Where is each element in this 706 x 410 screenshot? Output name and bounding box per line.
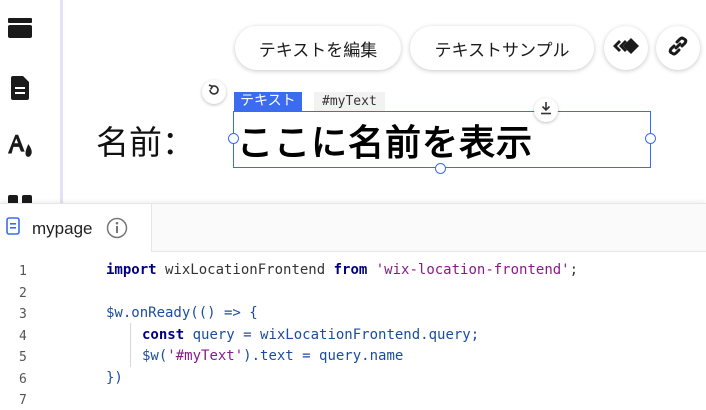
code-token: query = wixLocationFrontend.query; (184, 327, 480, 343)
code-token: import (106, 262, 157, 278)
element-id-tag[interactable]: #myText (314, 92, 385, 111)
info-icon[interactable] (106, 217, 128, 244)
code-line-5[interactable]: $w('#myText').text = query.name (142, 348, 403, 364)
line-number: 2 (19, 286, 27, 301)
name-label: 名前： (96, 123, 195, 162)
tab-label: mypage (32, 219, 93, 238)
animation-icon (611, 36, 641, 61)
code-token: '#myText' (167, 348, 244, 364)
code-line-3[interactable]: $w.onReady(() => { (106, 305, 258, 321)
line-number: 3 (19, 307, 27, 322)
element-type-tag: テキスト (234, 92, 302, 111)
download-icon (539, 101, 553, 120)
code-line-4[interactable]: const query = wixLocationFrontend.query; (142, 327, 479, 343)
resize-handle-left[interactable] (228, 133, 239, 144)
code-token: ).text = query.name (243, 348, 404, 364)
line-number: 4 (19, 329, 27, 344)
code-token: .onReady(() => { (122, 305, 258, 321)
rotate-icon (207, 83, 221, 102)
tab-mypage[interactable]: mypage (0, 204, 152, 252)
code-line-6[interactable]: }) (106, 370, 123, 386)
line-number: 5 (19, 350, 27, 365)
theme-icon[interactable] (6, 132, 34, 160)
code-token: $w( (142, 348, 168, 364)
code-token: wixLocationFrontend (156, 262, 334, 278)
resize-handle-right[interactable] (645, 133, 656, 144)
page-file-icon (6, 217, 20, 240)
code-token: from (333, 262, 368, 278)
line-number: 1 (19, 264, 27, 279)
apps-icon[interactable] (6, 190, 34, 204)
selected-text-element[interactable]: ここに名前を表示 (237, 114, 533, 166)
panels-icon[interactable] (6, 14, 34, 42)
text-sample-button[interactable]: テキストサンプル (410, 26, 594, 70)
edit-text-button[interactable]: テキストを編集 (235, 26, 401, 70)
code-token: ; (569, 262, 579, 278)
code-token: 'wix-location-frontend' (375, 262, 570, 278)
code-token: $w (106, 305, 123, 321)
code-token: }) (106, 370, 123, 386)
rotate-button[interactable] (202, 80, 226, 104)
left-tool-rail (0, 0, 62, 204)
code-line-1[interactable]: import wixLocationFrontend from 'wix-loc… (106, 262, 578, 278)
link-icon (667, 35, 689, 62)
resize-handle-bottom[interactable] (435, 163, 446, 174)
line-number: 6 (19, 372, 27, 387)
line-number: 7 (19, 393, 27, 408)
canvas: テキストを編集 テキストサンプル 名前： テキスト #myText ここに名前を… (63, 0, 706, 203)
download-button[interactable] (534, 98, 558, 122)
indent-guide (130, 323, 131, 367)
editor-window: テキストを編集 テキストサンプル 名前： テキスト #myText ここに名前を… (0, 0, 706, 410)
page-icon[interactable] (6, 74, 34, 102)
tab-bar: mypage (0, 204, 706, 252)
animation-button[interactable] (604, 26, 648, 70)
code-token: const (142, 327, 185, 343)
link-button[interactable] (656, 26, 700, 70)
